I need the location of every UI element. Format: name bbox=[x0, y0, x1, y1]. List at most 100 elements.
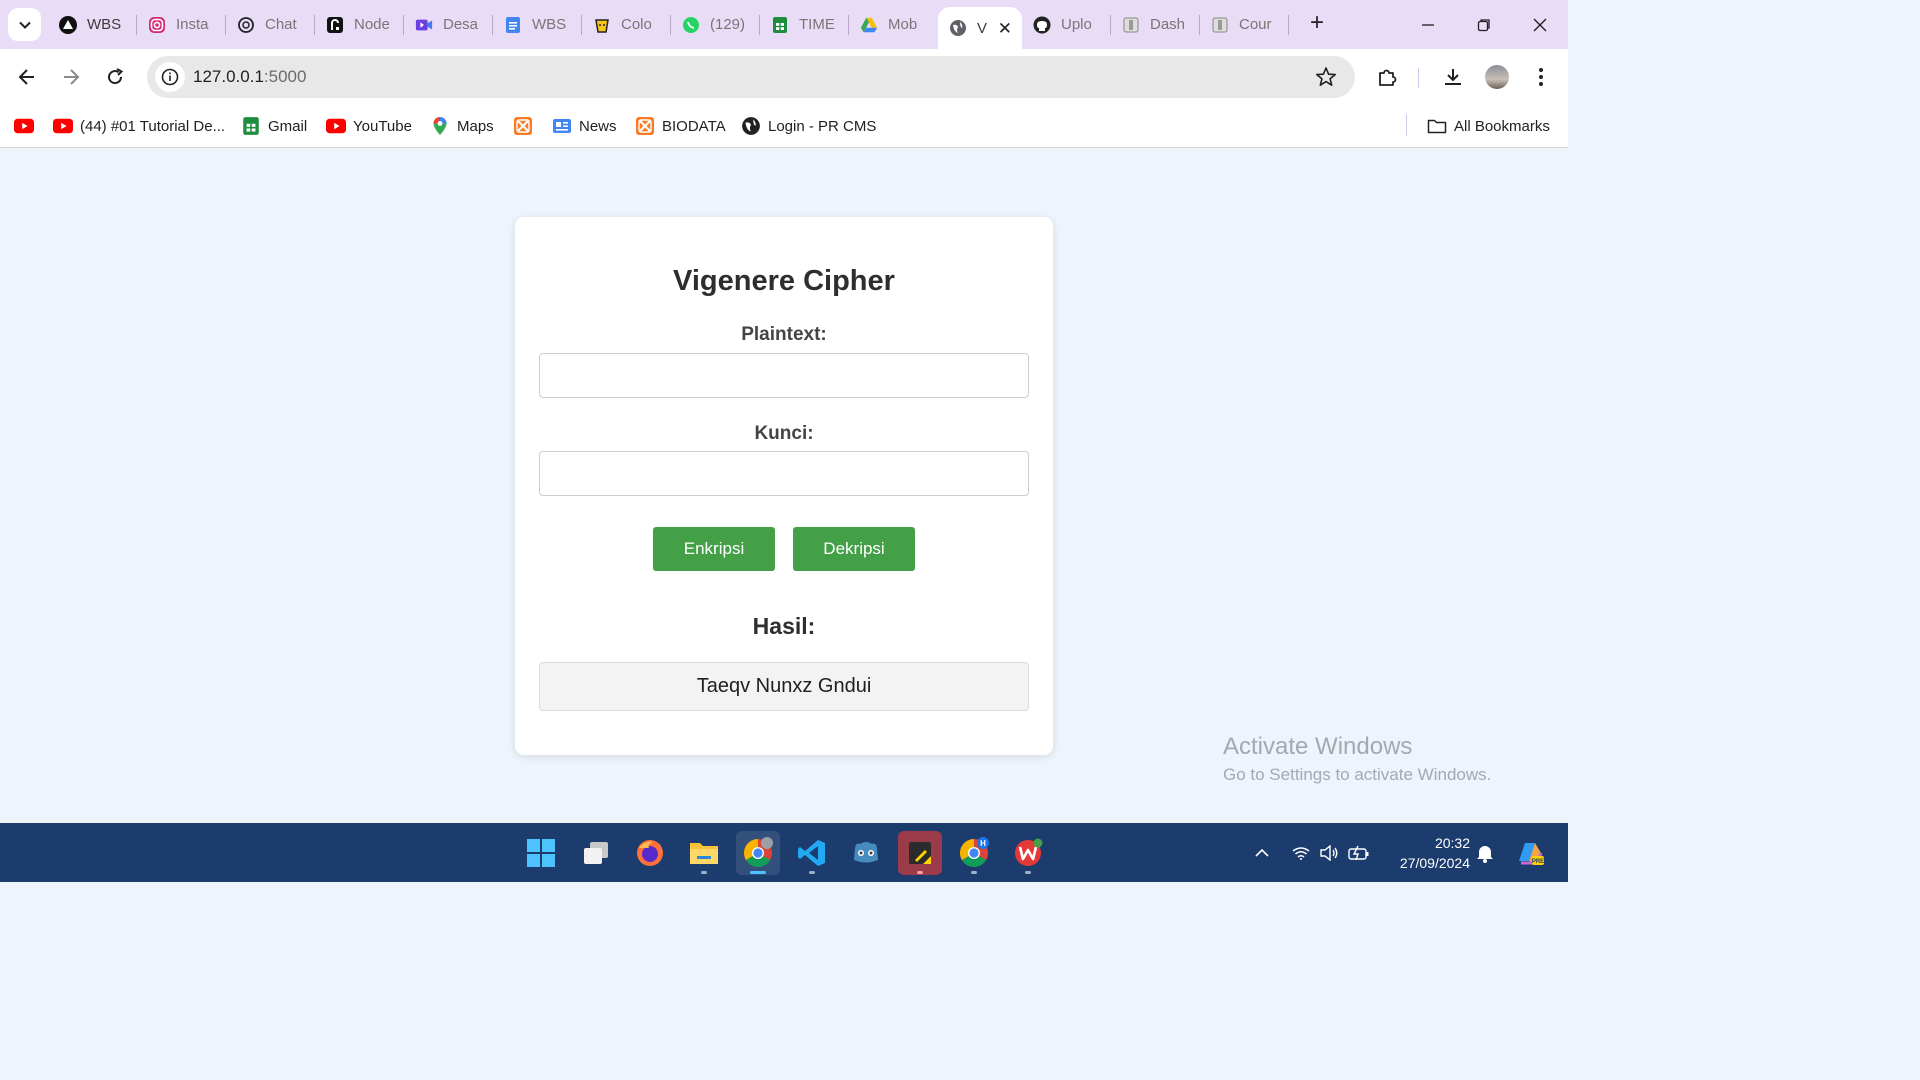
tab-title: Colo bbox=[621, 16, 652, 33]
tab[interactable]: Chat bbox=[226, 0, 315, 49]
bookmark-label: BIODATA bbox=[662, 117, 726, 135]
github-icon bbox=[1033, 16, 1051, 34]
bookmark-item[interactable]: YouTube bbox=[326, 113, 412, 139]
close-window-button[interactable] bbox=[1512, 0, 1568, 49]
back-button[interactable] bbox=[13, 63, 41, 91]
watermark-title: Activate Windows bbox=[1223, 733, 1413, 760]
result-heading: Hasil: bbox=[752, 613, 816, 639]
decrypt-button[interactable]: Dekripsi bbox=[793, 527, 915, 571]
extensions-button[interactable] bbox=[1373, 63, 1401, 91]
taskbar-firefox[interactable] bbox=[628, 831, 672, 875]
bookmark-label: Maps bbox=[457, 117, 494, 135]
xampp-icon bbox=[513, 116, 533, 136]
address-bar[interactable]: 127.0.0.1:5000 bbox=[147, 56, 1355, 98]
taskbar-file-explorer[interactable] bbox=[682, 831, 726, 875]
tray-overflow-button[interactable] bbox=[1250, 823, 1274, 882]
task-view-button[interactable] bbox=[574, 831, 618, 875]
tab-active[interactable]: V ✕ bbox=[938, 7, 1022, 49]
all-bookmarks-button[interactable]: All Bookmarks bbox=[1427, 113, 1550, 139]
tab[interactable]: WBS bbox=[48, 0, 137, 49]
tab[interactable]: (129) bbox=[671, 0, 760, 49]
tab[interactable]: Mob bbox=[849, 0, 938, 49]
taskbar-godot[interactable] bbox=[844, 831, 888, 875]
notifications-button[interactable] bbox=[1474, 823, 1496, 882]
tab-list: WBS Insta Chat Node Desa WBS Colo (129) … bbox=[48, 0, 1289, 49]
bookmark-item[interactable]: Gmail bbox=[241, 113, 307, 139]
tab[interactable]: Cour bbox=[1200, 0, 1289, 49]
battery-charging-icon bbox=[1348, 845, 1369, 860]
chrome-icon bbox=[744, 837, 773, 867]
tab-title: (129) bbox=[710, 16, 746, 33]
restore-button[interactable] bbox=[1456, 0, 1512, 49]
tab[interactable]: Insta bbox=[137, 0, 226, 49]
bookmark-item[interactable]: (44) #01 Tutorial De... bbox=[53, 113, 225, 139]
volume-status[interactable] bbox=[1318, 823, 1340, 882]
taskbar-chrome-profile[interactable]: H bbox=[952, 831, 996, 875]
profile-avatar[interactable] bbox=[1485, 65, 1509, 89]
tab-title: Uplo bbox=[1061, 16, 1092, 33]
tab[interactable]: WBS bbox=[493, 0, 582, 49]
taskbar-chrome[interactable] bbox=[736, 831, 780, 875]
wifi-status[interactable] bbox=[1290, 823, 1312, 882]
encrypt-button[interactable]: Enkripsi bbox=[653, 527, 775, 571]
battery-status[interactable] bbox=[1348, 823, 1370, 882]
system-clock[interactable]: 20:32 27/09/2024 bbox=[1386, 833, 1470, 873]
download-icon bbox=[1445, 69, 1461, 85]
bookmark-star-button[interactable] bbox=[1315, 66, 1337, 93]
bookmark-item[interactable]: Maps bbox=[430, 113, 494, 139]
tab-title: Cour bbox=[1239, 16, 1272, 33]
start-button[interactable] bbox=[519, 831, 563, 875]
tab-search-button[interactable] bbox=[8, 8, 41, 41]
youtube-icon bbox=[14, 116, 34, 136]
chrome-icon: H bbox=[960, 837, 989, 867]
menu-button[interactable] bbox=[1527, 63, 1555, 91]
sticky-notes-icon bbox=[909, 842, 931, 864]
bookmark-item[interactable]: News bbox=[552, 113, 617, 139]
minimize-button[interactable] bbox=[1400, 0, 1456, 49]
new-tab-button[interactable]: + bbox=[1305, 11, 1329, 36]
tab-strip: WBS Insta Chat Node Desa WBS Colo (129) … bbox=[0, 0, 1568, 49]
chatgpt-icon bbox=[237, 16, 255, 34]
svg-text:H: H bbox=[980, 839, 986, 848]
tab[interactable]: Desa bbox=[404, 0, 493, 49]
docs-icon bbox=[504, 16, 522, 34]
vscode-icon bbox=[798, 840, 825, 866]
tab[interactable]: Node bbox=[315, 0, 404, 49]
info-icon bbox=[161, 68, 179, 86]
site-info-button[interactable] bbox=[155, 62, 185, 92]
maps-icon bbox=[430, 116, 450, 136]
bookmark-item[interactable] bbox=[14, 113, 41, 139]
copilot-button[interactable]: PRE bbox=[1512, 823, 1548, 882]
taskbar-wps-office[interactable] bbox=[1006, 831, 1050, 875]
page-viewport: Vigenere Cipher Plaintext: Kunci: Enkrip… bbox=[0, 148, 1568, 823]
taskbar-sticky-notes[interactable] bbox=[898, 831, 942, 875]
close-tab-icon[interactable]: ✕ bbox=[998, 19, 1012, 39]
wps-icon bbox=[1015, 838, 1043, 866]
bookmark-item[interactable]: BIODATA bbox=[635, 113, 726, 139]
tab[interactable]: TIME bbox=[760, 0, 849, 49]
bookmark-label: (44) #01 Tutorial De... bbox=[80, 117, 226, 135]
windows-icon bbox=[527, 839, 555, 867]
tab-title: Mob bbox=[888, 16, 918, 33]
url-port: :5000 bbox=[263, 67, 307, 86]
browser-toolbar: 127.0.0.1:5000 bbox=[0, 49, 1568, 105]
bookmark-item[interactable] bbox=[513, 113, 540, 139]
more-vertical-icon bbox=[1539, 68, 1543, 86]
bookmark-label: Gmail bbox=[268, 117, 308, 135]
svg-text:PRE: PRE bbox=[1532, 859, 1544, 865]
puzzle-icon bbox=[1379, 69, 1397, 86]
sheets-icon bbox=[241, 116, 261, 136]
tab[interactable]: Dash bbox=[1111, 0, 1200, 49]
key-input[interactable] bbox=[539, 451, 1029, 496]
page-icon bbox=[1211, 16, 1229, 34]
taskbar-vscode[interactable] bbox=[790, 831, 834, 875]
forward-button[interactable] bbox=[57, 63, 85, 91]
tab[interactable]: Uplo bbox=[1022, 0, 1111, 49]
reload-button[interactable] bbox=[101, 63, 129, 91]
plaintext-input[interactable] bbox=[539, 353, 1029, 398]
downloads-button[interactable] bbox=[1439, 63, 1467, 91]
bookmark-label: YouTube bbox=[353, 117, 412, 135]
tab[interactable]: Colo bbox=[582, 0, 671, 49]
page-icon bbox=[1122, 16, 1140, 34]
bookmark-item[interactable]: Login - PR CMS bbox=[741, 113, 876, 139]
